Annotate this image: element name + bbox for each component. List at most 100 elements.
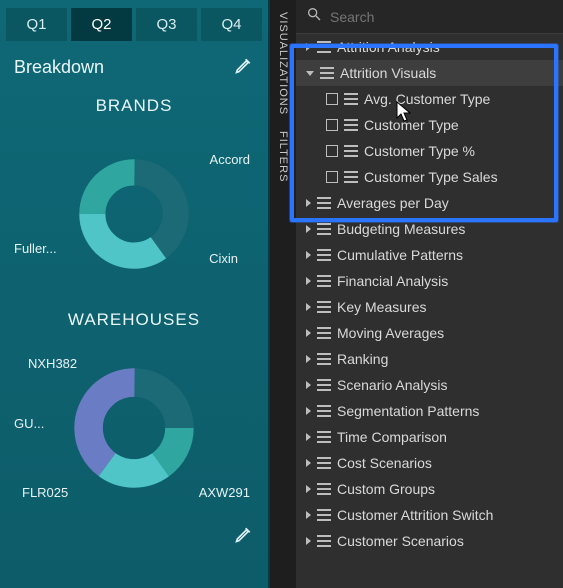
- tab-q1[interactable]: Q1: [6, 8, 67, 41]
- table-icon: [317, 41, 331, 53]
- side-tab-visualizations[interactable]: VISUALIZATIONS: [277, 6, 289, 121]
- side-tabs: VISUALIZATIONS FILTERS: [270, 0, 296, 588]
- tree-label: Attrition Analysis: [337, 39, 440, 55]
- tree-label: Time Comparison: [337, 429, 447, 445]
- tree-label: Attrition Visuals: [340, 65, 436, 81]
- table-icon: [317, 275, 331, 287]
- dashboard-panel: Q1 Q2 Q3 Q4 Breakdown BRANDS Accord Cixi…: [0, 0, 270, 588]
- wh-label-gu: GU...: [14, 416, 44, 431]
- chevron-right-icon: [306, 459, 311, 467]
- tree-field-customer-type-pct[interactable]: Customer Type %: [296, 138, 563, 164]
- tree-item-customer-attrition-switch[interactable]: Customer Attrition Switch: [296, 502, 563, 528]
- tree-label: Avg. Customer Type: [364, 91, 490, 107]
- warehouses-chart: NXH382 GU... FLR025 AXW291: [0, 338, 268, 518]
- search-input[interactable]: [330, 9, 553, 25]
- table-icon: [317, 509, 331, 521]
- tree-item-attrition-visuals[interactable]: Attrition Visuals: [296, 60, 563, 86]
- chevron-right-icon: [306, 277, 311, 285]
- table-icon: [317, 405, 331, 417]
- checkbox[interactable]: [326, 145, 338, 157]
- table-icon: [320, 67, 334, 79]
- right-panel: VISUALIZATIONS FILTERS Attrition Analysi…: [270, 0, 563, 588]
- tree-label: Customer Type: [364, 117, 459, 133]
- tree-label: Key Measures: [337, 299, 426, 315]
- tree-label: Customer Attrition Switch: [337, 507, 493, 523]
- table-icon: [317, 249, 331, 261]
- tree-item-customer-scenarios[interactable]: Customer Scenarios: [296, 528, 563, 554]
- checkbox[interactable]: [326, 171, 338, 183]
- tree-item-time-comparison[interactable]: Time Comparison: [296, 424, 563, 450]
- tab-q3[interactable]: Q3: [136, 8, 197, 41]
- brands-title: BRANDS: [0, 96, 268, 116]
- tree-item-averages-per-day[interactable]: Averages per Day: [296, 190, 563, 216]
- tab-q2[interactable]: Q2: [71, 8, 132, 41]
- chevron-right-icon: [306, 381, 311, 389]
- tree-item-custom-groups[interactable]: Custom Groups: [296, 476, 563, 502]
- tree-item-budgeting-measures[interactable]: Budgeting Measures: [296, 216, 563, 242]
- measure-icon: [344, 119, 358, 131]
- search-icon: [306, 6, 322, 27]
- table-icon: [317, 353, 331, 365]
- table-icon: [317, 379, 331, 391]
- tree-label: Budgeting Measures: [337, 221, 465, 237]
- table-icon: [317, 327, 331, 339]
- side-tab-filters[interactable]: FILTERS: [277, 125, 289, 188]
- measure-icon: [344, 145, 358, 157]
- measure-icon: [344, 93, 358, 105]
- tree-item-financial-analysis[interactable]: Financial Analysis: [296, 268, 563, 294]
- tree-item-key-measures[interactable]: Key Measures: [296, 294, 563, 320]
- tree-label: Customer Scenarios: [337, 533, 464, 549]
- tree-item-cost-scenarios[interactable]: Cost Scenarios: [296, 450, 563, 476]
- tree-item-moving-averages[interactable]: Moving Averages: [296, 320, 563, 346]
- tree-label: Customer Type %: [364, 143, 475, 159]
- tree-label: Scenario Analysis: [337, 377, 448, 393]
- chevron-right-icon: [306, 329, 311, 337]
- tab-q4[interactable]: Q4: [201, 8, 262, 41]
- wh-label-axw: AXW291: [199, 485, 250, 500]
- chevron-right-icon: [306, 537, 311, 545]
- chevron-right-icon: [306, 485, 311, 493]
- tree-item-ranking[interactable]: Ranking: [296, 346, 563, 372]
- measure-icon: [344, 171, 358, 183]
- tree-label: Cumulative Patterns: [337, 247, 463, 263]
- table-icon: [317, 483, 331, 495]
- checkbox[interactable]: [326, 93, 338, 105]
- table-icon: [317, 457, 331, 469]
- table-icon: [317, 535, 331, 547]
- tree-label: Custom Groups: [337, 481, 435, 497]
- table-icon: [317, 197, 331, 209]
- brands-chart: Accord Cixin Fuller...: [0, 124, 268, 304]
- chevron-right-icon: [306, 407, 311, 415]
- brands-donut: [79, 159, 189, 269]
- chevron-right-icon: [306, 225, 311, 233]
- tree-field-customer-type-sales[interactable]: Customer Type Sales: [296, 164, 563, 190]
- table-icon: [317, 301, 331, 313]
- chevron-right-icon: [306, 433, 311, 441]
- table-icon: [317, 431, 331, 443]
- tree-field-customer-type[interactable]: Customer Type: [296, 112, 563, 138]
- chevron-right-icon: [306, 303, 311, 311]
- tree-label: Averages per Day: [337, 195, 449, 211]
- warehouses-donut: [74, 368, 194, 488]
- tree-label: Customer Type Sales: [364, 169, 498, 185]
- tree-item-scenario-analysis[interactable]: Scenario Analysis: [296, 372, 563, 398]
- wh-label-flr: FLR025: [22, 485, 68, 500]
- fields-panel: Attrition Analysis Attrition Visuals Avg…: [296, 0, 563, 588]
- breakdown-label: Breakdown: [14, 57, 104, 78]
- tree-field-avg-customer-type[interactable]: Avg. Customer Type: [296, 86, 563, 112]
- edit-icon-2[interactable]: [234, 524, 254, 549]
- chevron-right-icon: [306, 43, 311, 51]
- chevron-right-icon: [306, 199, 311, 207]
- chevron-down-icon: [306, 71, 314, 76]
- tree-label: Ranking: [337, 351, 388, 367]
- chevron-right-icon: [306, 511, 311, 519]
- edit-icon[interactable]: [234, 55, 254, 80]
- brand-label-fuller: Fuller...: [14, 241, 57, 256]
- tree-item-cumulative-patterns[interactable]: Cumulative Patterns: [296, 242, 563, 268]
- tree-item-segmentation-patterns[interactable]: Segmentation Patterns: [296, 398, 563, 424]
- checkbox[interactable]: [326, 119, 338, 131]
- brand-label-accord: Accord: [210, 152, 250, 167]
- tree-label: Financial Analysis: [337, 273, 448, 289]
- tree-item-attrition-analysis[interactable]: Attrition Analysis: [296, 34, 563, 60]
- tree-label: Moving Averages: [337, 325, 444, 341]
